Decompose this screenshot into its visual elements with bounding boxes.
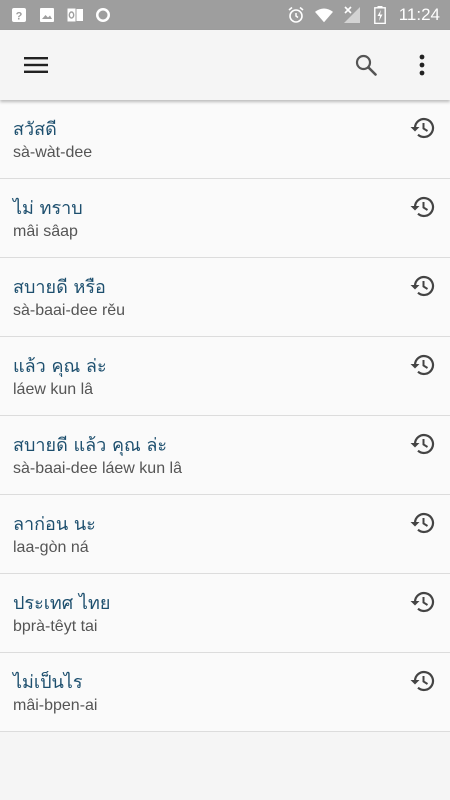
thai-phrase: ลาก่อน นะ [13, 514, 96, 535]
history-icon[interactable] [408, 588, 436, 616]
history-icon[interactable] [408, 509, 436, 537]
record-icon [94, 6, 112, 24]
history-icon[interactable] [408, 114, 436, 142]
history-icon[interactable] [408, 272, 436, 300]
battery-charging-icon [371, 6, 389, 24]
list-item[interactable]: สวัสดี sà-wàt-dee [0, 100, 450, 179]
romanization: laa-gòn ná [13, 539, 89, 556]
phrase-list: สวัสดี sà-wàt-dee ไม่ ทราบ mâi sâap สบาย… [0, 100, 450, 732]
thai-phrase: ประเทศ ไทย [13, 593, 111, 614]
thai-phrase: สบายดี แล้ว คุณ ล่ะ [13, 435, 168, 456]
romanization: bprà-têyt tai [13, 618, 98, 635]
romanization: sà-wàt-dee [13, 144, 93, 161]
romanization: mâi sâap [13, 223, 78, 240]
clock: 11:24 [398, 5, 440, 24]
history-icon[interactable] [408, 430, 436, 458]
search-icon [355, 54, 377, 76]
menu-button[interactable] [14, 30, 58, 100]
list-item[interactable]: ไม่เป็นไร mâi-bpen-ai [0, 653, 450, 732]
thai-phrase: ไม่เป็นไร [13, 672, 83, 693]
hamburger-menu-icon [24, 57, 48, 73]
list-item[interactable]: สบายดี หรือ sà-baai-dee rěu [0, 258, 450, 337]
more-options-button[interactable] [402, 30, 442, 100]
search-button[interactable] [344, 30, 388, 100]
help-box-icon: ? [10, 6, 28, 24]
thai-phrase: ไม่ ทราบ [13, 198, 83, 219]
list-item[interactable]: ไม่ ทราบ mâi sâap [0, 179, 450, 258]
app-bar [0, 30, 450, 100]
romanization: sà-baai-dee láew kun lâ [13, 460, 182, 477]
romanization: láew kun lâ [13, 381, 94, 398]
wifi-icon [314, 6, 333, 24]
outlook-icon [66, 6, 84, 24]
svg-text:?: ? [16, 11, 23, 23]
signal-icon [343, 6, 361, 24]
list-item[interactable]: ประเทศ ไทย bprà-têyt tai [0, 574, 450, 653]
history-icon[interactable] [408, 667, 436, 695]
history-icon[interactable] [408, 351, 436, 379]
thai-phrase: สบายดี หรือ [13, 277, 106, 298]
thai-phrase: สวัสดี [13, 119, 57, 140]
more-vert-icon [419, 54, 425, 76]
list-item[interactable]: ลาก่อน นะ laa-gòn ná [0, 495, 450, 574]
romanization: mâi-bpen-ai [13, 697, 98, 714]
image-icon [38, 6, 56, 24]
history-icon[interactable] [408, 193, 436, 221]
list-item[interactable]: สบายดี แล้ว คุณ ล่ะ sà-baai-dee láew kun… [0, 416, 450, 495]
romanization: sà-baai-dee rěu [13, 302, 126, 319]
alarm-icon [287, 6, 305, 24]
status-bar: ? 11:24 [0, 0, 450, 30]
thai-phrase: แล้ว คุณ ล่ะ [13, 356, 107, 377]
notification-icons: ? [10, 6, 112, 24]
system-icons: 11:24 [287, 5, 440, 25]
list-item[interactable]: แล้ว คุณ ล่ะ láew kun lâ [0, 337, 450, 416]
